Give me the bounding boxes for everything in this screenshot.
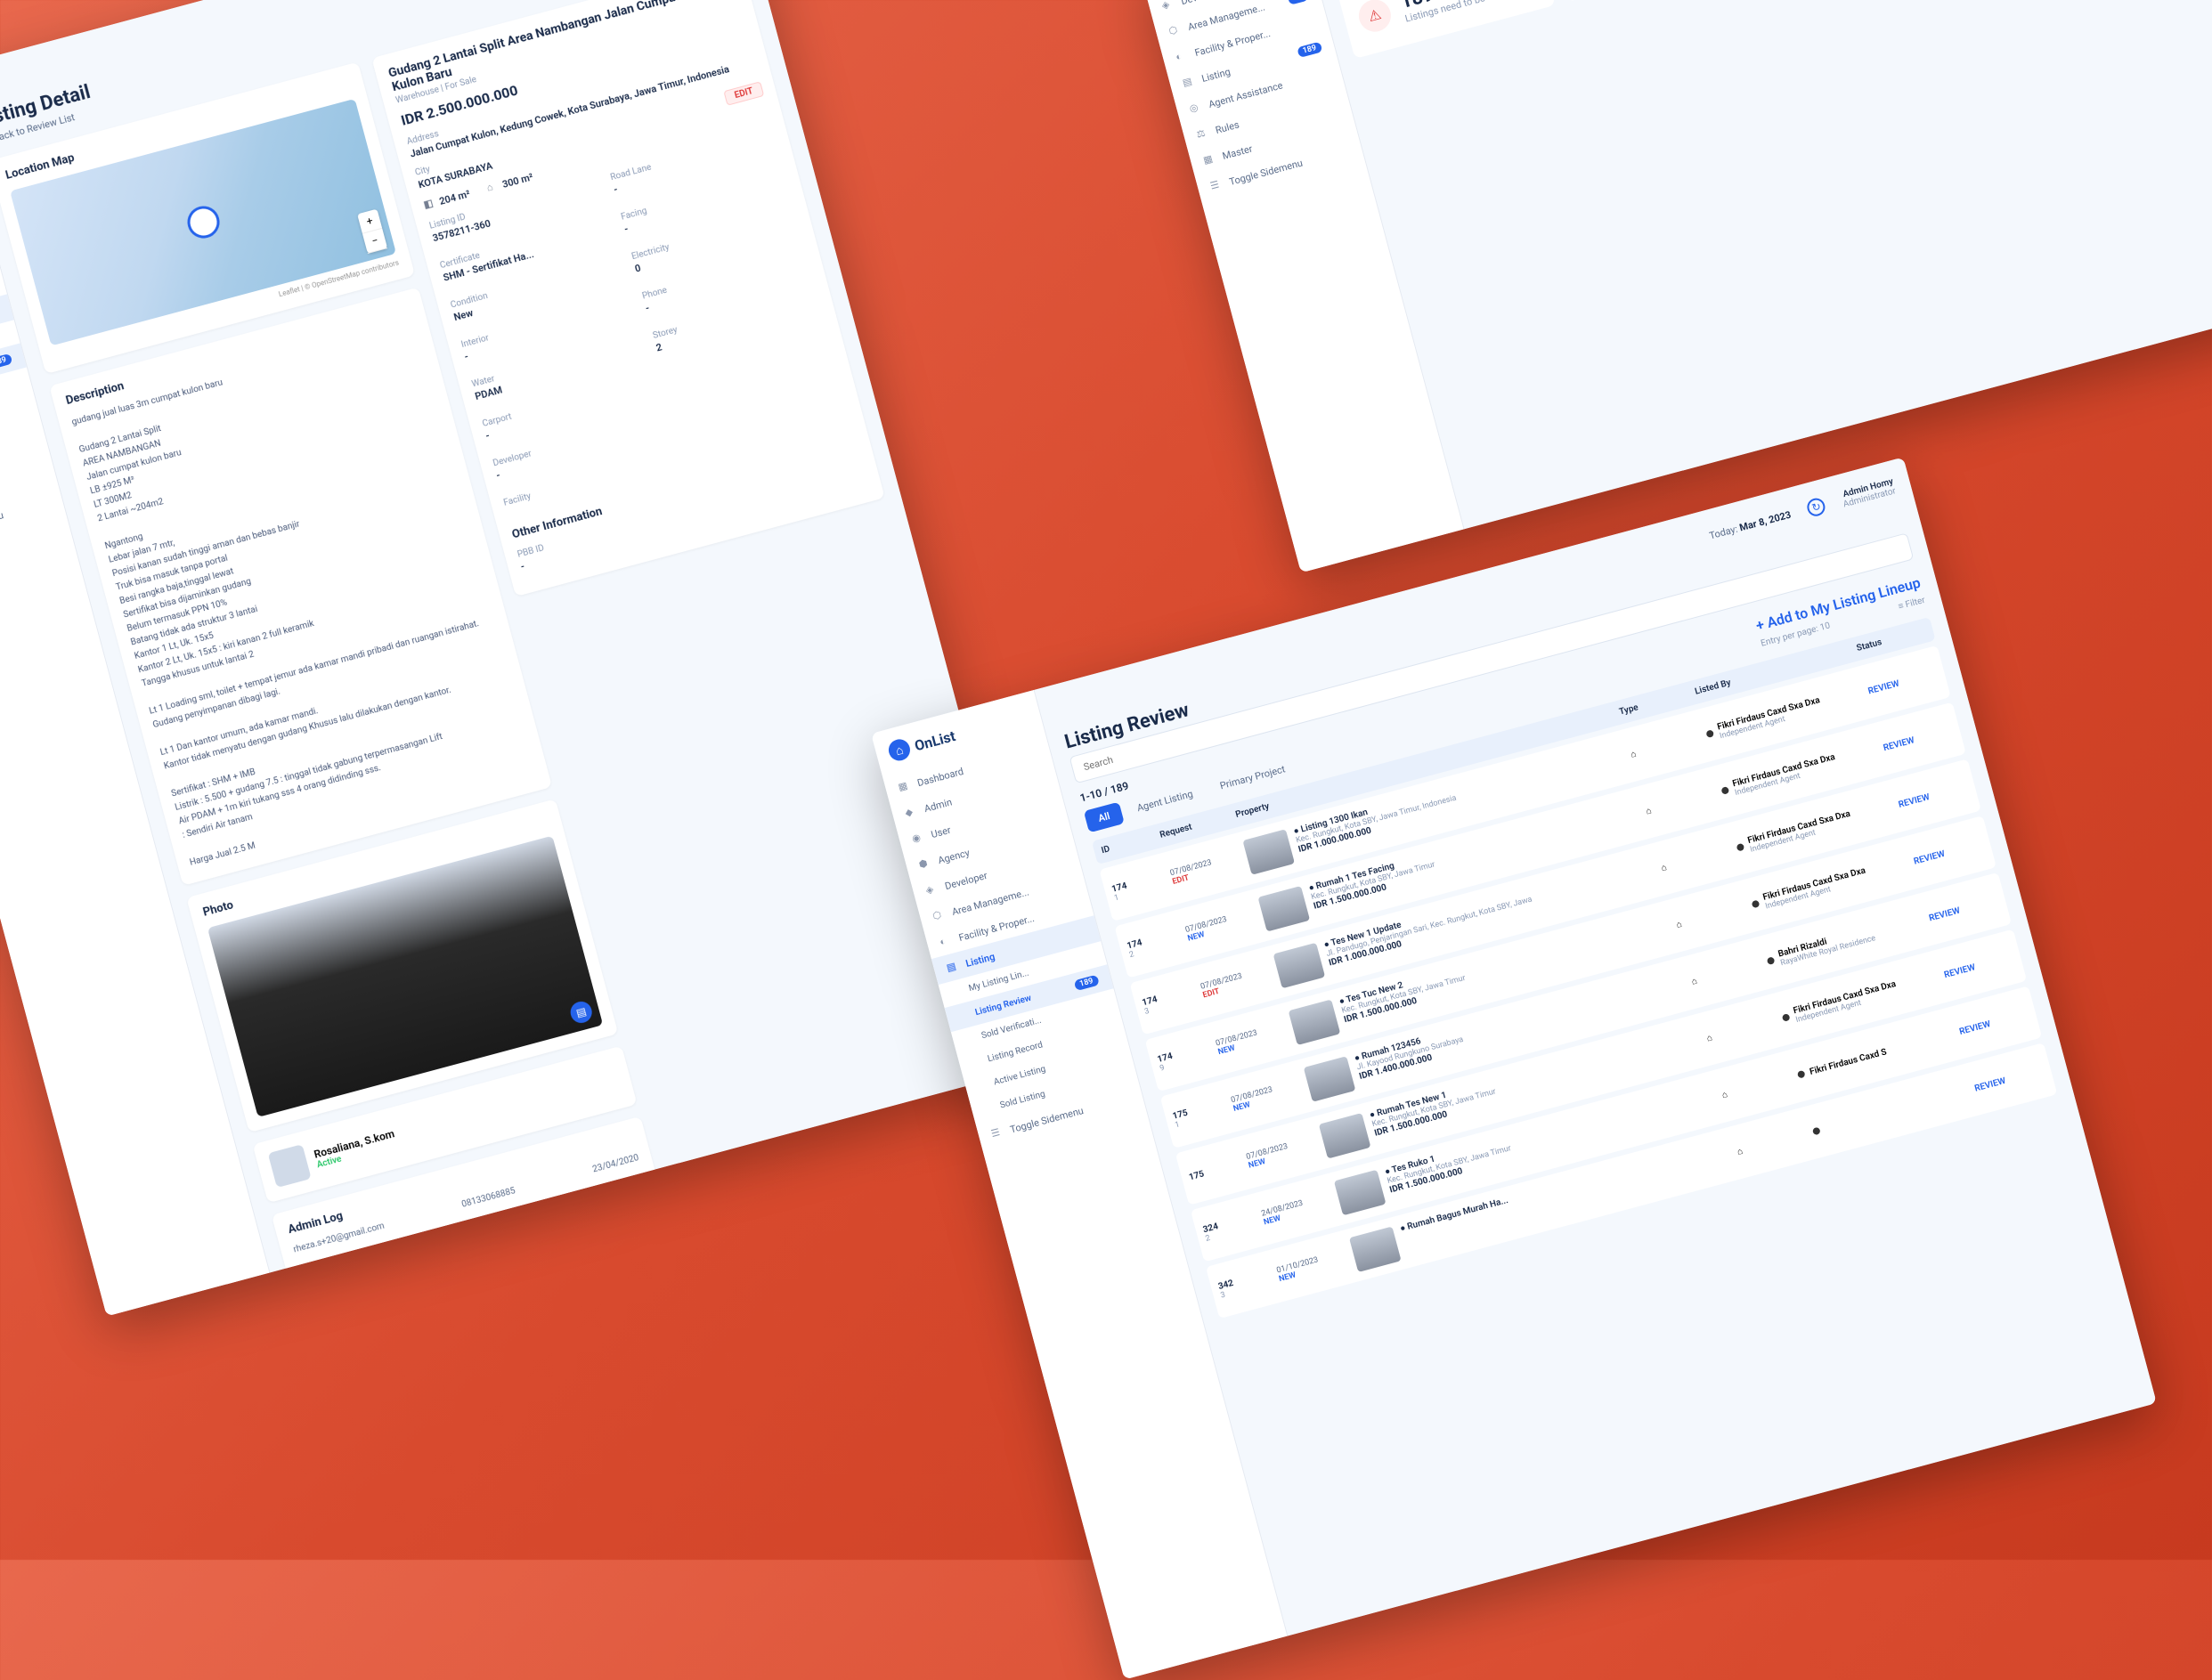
listing-review-panel: ⌂OnList ▦Dashboard ◆Admin ◉User ⬢Agency … <box>871 457 2157 1679</box>
property-thumb <box>1273 943 1326 989</box>
photo-count-icon: ▤ <box>568 999 594 1025</box>
property-thumb <box>1349 1226 1402 1272</box>
property-thumb <box>1289 999 1341 1045</box>
property-thumb <box>1304 1056 1356 1102</box>
property-thumb <box>1257 886 1310 932</box>
agent-dot-icon <box>1705 729 1714 738</box>
agent-dot-icon <box>1736 843 1745 852</box>
agent-dot-icon <box>1782 1013 1791 1022</box>
review-button[interactable]: REVIEW <box>1928 896 1999 923</box>
agent-dot-icon <box>1767 956 1776 965</box>
property-thumb <box>1334 1170 1387 1216</box>
agent-dot-icon <box>1752 900 1761 909</box>
dashboard-panel: ⬢Agency ◈Developer5 ⬡Area Manageme...14 … <box>1140 0 2212 572</box>
property-thumb <box>1319 1113 1371 1159</box>
refresh-icon-3[interactable]: ↻ <box>1806 496 1827 517</box>
review-button[interactable]: REVIEW <box>1898 782 1969 809</box>
property-thumb <box>1242 829 1295 875</box>
review-button[interactable]: REVIEW <box>1958 1009 2029 1036</box>
land-icon: ◧ <box>422 196 437 211</box>
review-button[interactable]: REVIEW <box>1883 725 1954 752</box>
tab-all[interactable]: All <box>1084 802 1125 833</box>
map-zoom[interactable]: +− <box>357 209 387 254</box>
stat-icon: ⚠ <box>1355 0 1395 35</box>
review-button[interactable]: REVIEW <box>1973 1066 2045 1093</box>
user-menu-3[interactable]: Admin HomyAdministrator <box>1840 476 1897 509</box>
stat-card[interactable]: ⬤0Sold disputes need to be verified <box>1549 0 1769 2</box>
agent-avatar <box>268 1144 312 1188</box>
agent-dot-icon <box>1812 1127 1821 1136</box>
review-button[interactable]: REVIEW <box>1913 839 1984 866</box>
filter-button[interactable]: ≡ Filter <box>1897 595 1925 612</box>
log-table: RoleAccount ID & NameDetail 1:27 System … <box>297 1171 670 1272</box>
log-row: 0 Admin OnlistReview <box>320 1247 668 1272</box>
listing-detail-panel: ⌂OnList ▦Dashboard ◆Admin ◉User ⬢Agency … <box>0 0 1053 1316</box>
agent-dot-icon <box>1720 786 1729 795</box>
review-button[interactable]: REVIEW <box>1867 669 1939 696</box>
agent-dot-icon <box>1797 1070 1806 1079</box>
building-icon: ⌂ <box>485 179 500 194</box>
stat-card[interactable]: ⚠189Listings need to be reviewed <box>1336 0 1556 59</box>
review-button[interactable]: REVIEW <box>1943 952 2014 979</box>
